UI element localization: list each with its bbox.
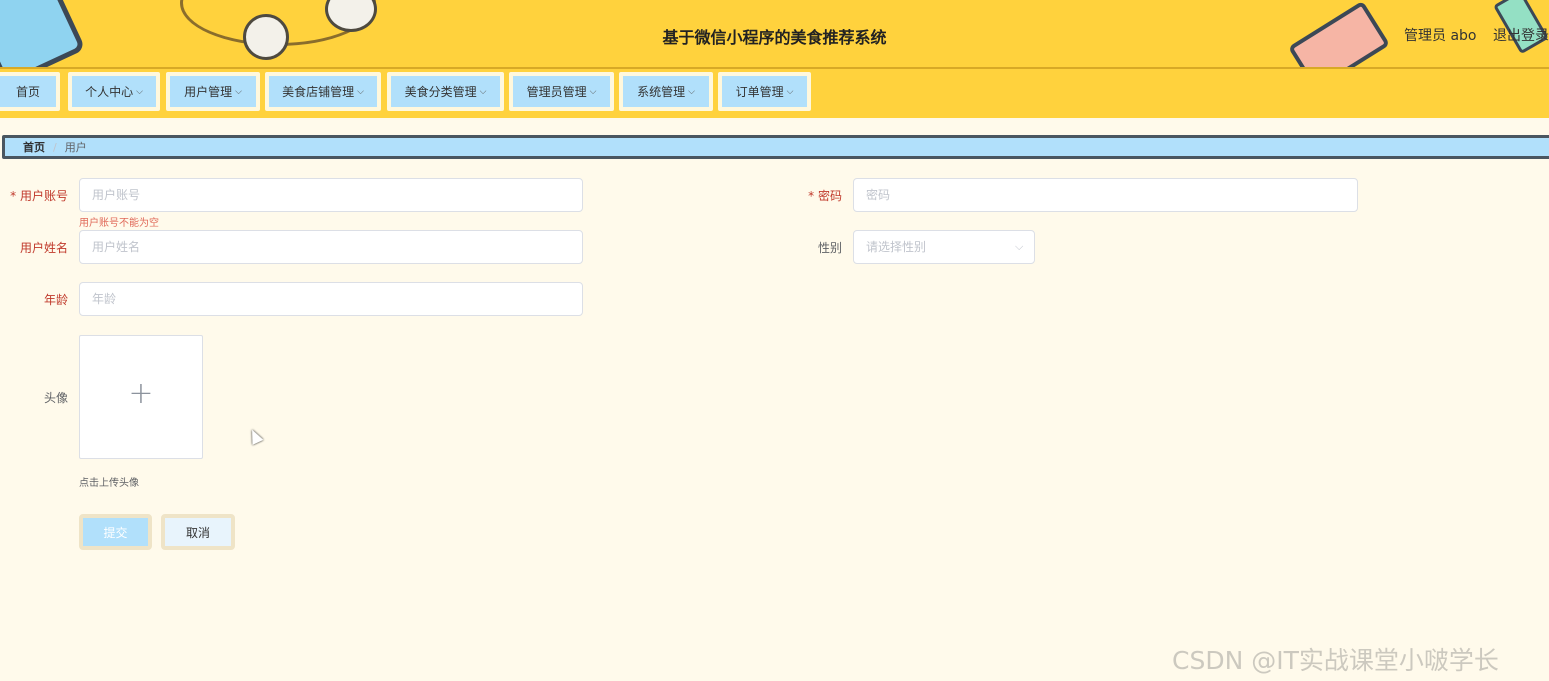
admin-username: 管理员 abo (1404, 28, 1477, 44)
watermark: CSDN @IT实战课堂小啵学长 (1172, 646, 1499, 675)
nav-item-label: 首页 (15, 85, 40, 99)
name-input[interactable] (79, 230, 583, 264)
logout-link[interactable]: 退出登录 (1493, 25, 1549, 45)
chevron-down-icon: ⌵ (235, 86, 242, 97)
nav-item-label: 订单管理 (735, 85, 784, 99)
nav-item-label: 管理员管理 (526, 85, 587, 99)
nav-item-order-management[interactable]: 订单管理 ⌵ (718, 72, 811, 111)
breadcrumb: 首页 / 用户 (2, 135, 1549, 159)
age-label: 年龄 (43, 293, 68, 307)
nav-item-admin-management[interactable]: 管理员管理 ⌵ (509, 72, 614, 111)
age-input[interactable] (79, 282, 583, 316)
cancel-button[interactable]: 取消 (161, 514, 235, 550)
chevron-down-icon: ⌵ (589, 86, 597, 97)
password-input[interactable] (853, 178, 1358, 212)
account-error-message: 用户账号不能为空 (79, 218, 159, 229)
main-nav: 首页 个人中心 ⌵ 用户管理 ⌵ 美食店铺管理 ⌵ 美食分类管理 ⌵ 管理员管理… (0, 69, 1549, 118)
app-title: 基于微信小程序的美食推荐系统 (662, 28, 887, 47)
avatar-label: 头像 (43, 391, 68, 405)
plus-icon: + (128, 376, 154, 411)
chevron-down-icon: ⌵ (136, 86, 143, 97)
mouse-cursor-icon (246, 427, 264, 445)
chevron-down-icon: ⌵ (786, 86, 794, 97)
name-label: 用户姓名 (19, 241, 68, 255)
nav-item-label: 个人中心 (85, 85, 134, 99)
breadcrumb-home[interactable]: 首页 (23, 139, 45, 155)
nav-item-category-management[interactable]: 美食分类管理 ⌵ (387, 72, 504, 111)
avatar-upload-box[interactable]: + (79, 335, 203, 459)
breadcrumb-current: 用户 (64, 141, 87, 154)
account-input[interactable] (79, 178, 583, 212)
nav-item-label: 用户管理 (184, 85, 233, 99)
nav-item-shop-management[interactable]: 美食店铺管理 ⌵ (265, 72, 381, 111)
account-label: * 用户账号 (10, 189, 68, 203)
top-header: 基于微信小程序的美食推荐系统 管理员 abo 退出登录 (0, 0, 1549, 69)
chevron-down-icon: ⌵ (357, 86, 364, 97)
nav-item-label: 系统管理 (637, 85, 686, 99)
nav-item-user-management[interactable]: 用户管理 ⌵ (166, 72, 260, 111)
nav-item-label: 美食店铺管理 (282, 85, 355, 99)
gender-select[interactable] (853, 230, 1035, 264)
breadcrumb-separator: / (53, 140, 57, 154)
gender-label: 性别 (817, 241, 842, 255)
chevron-down-icon: ⌵ (1015, 240, 1024, 253)
chevron-down-icon: ⌵ (688, 86, 695, 97)
nav-item-profile[interactable]: 个人中心 ⌵ (68, 72, 160, 111)
nav-item-system-management[interactable]: 系统管理 ⌵ (619, 72, 713, 111)
avatar-upload-hint: 点击上传头像 (79, 478, 139, 489)
nav-item-home[interactable]: 首页 (0, 72, 60, 111)
chevron-down-icon: ⌵ (479, 86, 487, 97)
password-label: * 密码 (808, 189, 842, 203)
submit-button[interactable]: 提交 (79, 514, 152, 550)
nav-item-label: 美食分类管理 (404, 85, 477, 99)
